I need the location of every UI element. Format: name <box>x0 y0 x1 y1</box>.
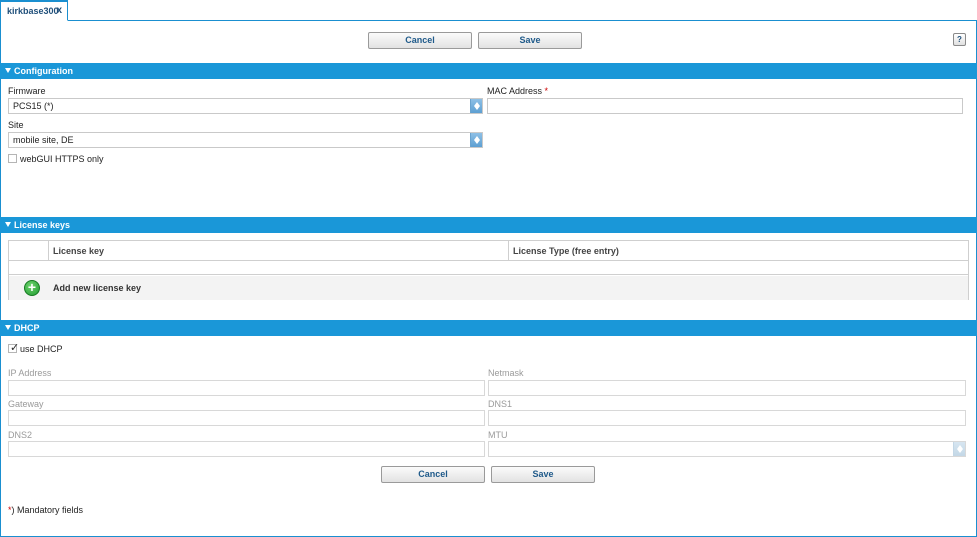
ip-address-input[interactable] <box>8 380 485 396</box>
select-arrows-icon[interactable] <box>953 442 965 456</box>
cancel-button-bottom[interactable]: Cancel <box>381 466 485 483</box>
firmware-select[interactable]: PCS15 (*) <box>8 98 483 114</box>
required-marker: * <box>544 86 549 96</box>
plus-circle-icon[interactable]: + <box>24 280 40 296</box>
tab-kirkbase300[interactable]: kirkbase300 x <box>0 0 68 21</box>
table-header: License key License Type (free entry) <box>9 241 968 261</box>
use-dhcp-checkbox[interactable]: ✓ <box>8 342 20 354</box>
save-button[interactable]: Save <box>478 32 582 49</box>
site-select[interactable]: mobile site, DE <box>8 132 483 148</box>
add-license-key-link[interactable]: Add new license key <box>53 283 141 293</box>
https-only-label: webGUI HTTPS only <box>20 154 104 164</box>
dhcp-header[interactable]: DHCP <box>0 320 977 336</box>
site-label: Site <box>8 120 24 130</box>
https-only-checkbox[interactable] <box>8 154 17 163</box>
gateway-label: Gateway <box>8 399 44 409</box>
mtu-label: MTU <box>488 430 508 440</box>
configuration-header[interactable]: Configuration <box>0 63 977 79</box>
dns2-input[interactable] <box>8 441 485 457</box>
configuration-title: Configuration <box>14 66 73 76</box>
dns1-label: DNS1 <box>488 399 513 409</box>
triangle-down-icon <box>5 325 11 330</box>
use-dhcp-label: use DHCP <box>20 344 63 354</box>
cancel-button[interactable]: Cancel <box>368 32 472 49</box>
mtu-select[interactable] <box>488 441 966 457</box>
column-license-key[interactable]: License key <box>48 241 508 261</box>
mac-address-label-text: MAC Address <box>487 86 543 96</box>
check-icon: ✓ <box>10 342 20 354</box>
add-license-row[interactable]: + Add new license key <box>9 276 968 300</box>
netmask-input[interactable] <box>488 380 966 396</box>
tab-strip: kirkbase300 x <box>0 0 977 21</box>
mac-address-label: MAC Address * <box>487 86 548 96</box>
close-icon[interactable]: x <box>56 5 62 16</box>
dns1-input[interactable] <box>488 410 966 426</box>
license-keys-title: License keys <box>14 220 71 230</box>
tab-title: kirkbase300 <box>7 6 59 16</box>
column-license-type[interactable]: License Type (free entry) <box>508 241 968 261</box>
gateway-input[interactable] <box>8 410 485 426</box>
select-arrows-icon[interactable] <box>470 133 482 147</box>
site-value: mobile site, DE <box>13 135 74 145</box>
dns2-label: DNS2 <box>8 430 33 440</box>
table-row <box>9 261 968 275</box>
help-icon[interactable]: ? <box>953 33 966 46</box>
triangle-down-icon <box>5 68 11 73</box>
mandatory-text: ) Mandatory fields <box>11 505 84 515</box>
firmware-label: Firmware <box>8 86 46 96</box>
save-button-bottom[interactable]: Save <box>491 466 595 483</box>
select-arrows-icon[interactable] <box>470 99 482 113</box>
license-keys-table: License key License Type (free entry) + … <box>8 240 969 300</box>
ip-address-label: IP Address <box>8 368 52 378</box>
license-keys-header[interactable]: License keys <box>0 217 977 233</box>
mandatory-note: *) Mandatory fields <box>8 505 83 515</box>
triangle-down-icon <box>5 222 11 227</box>
mac-address-input[interactable] <box>487 98 963 114</box>
netmask-label: Netmask <box>488 368 524 378</box>
dhcp-title: DHCP <box>14 323 40 333</box>
firmware-value: PCS15 (*) <box>13 101 54 111</box>
